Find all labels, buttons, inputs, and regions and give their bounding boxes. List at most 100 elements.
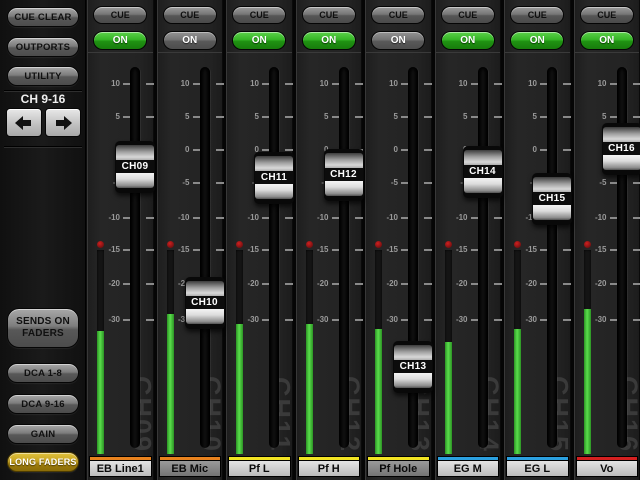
channel-name[interactable]: EB Line1 — [89, 460, 152, 477]
scale-label: 5 — [513, 112, 537, 122]
channel-name-section[interactable]: Vo — [576, 456, 639, 477]
channel-strip: CUE ON 10 5 0 -5 -10 -15 -20 -30 CH15 CH… — [504, 0, 571, 480]
channel-name-section[interactable]: EB Line1 — [89, 456, 152, 477]
channel-name-section[interactable]: EG M — [437, 456, 500, 477]
channel-name[interactable]: Vo — [576, 460, 639, 477]
channel-name[interactable]: Pf Hole — [367, 460, 430, 477]
fader-cap[interactable]: CH13 — [393, 341, 433, 393]
fader-track[interactable] — [339, 67, 349, 448]
level-meter — [306, 241, 313, 454]
dca-9-16-button[interactable]: DCA 9-16 — [7, 394, 79, 414]
cue-button[interactable]: CUE — [441, 6, 495, 24]
peak-led-icon — [514, 241, 521, 248]
fader-cap[interactable]: CH15 — [532, 173, 572, 225]
fader-cap[interactable]: CH09 — [115, 141, 155, 193]
fader-cap[interactable]: CH14 — [463, 146, 503, 198]
fader-cap-bottom — [533, 205, 571, 220]
meter-body — [584, 250, 591, 454]
bank-prev-button[interactable] — [6, 108, 42, 137]
channel-name-section[interactable]: Pf H — [298, 456, 361, 477]
fader-track[interactable] — [269, 67, 279, 448]
cue-button[interactable]: CUE — [510, 6, 564, 24]
scale-label: 0 — [513, 145, 537, 155]
peak-led-icon — [445, 241, 452, 248]
utility-button[interactable]: UTILITY — [7, 66, 79, 86]
tick-mark — [633, 249, 640, 251]
scale-row: 10 — [158, 79, 223, 89]
channel-name[interactable]: Pf H — [298, 460, 361, 477]
cue-button[interactable]: CUE — [93, 6, 147, 24]
level-meter — [584, 241, 591, 454]
fader-cap-bottom — [325, 181, 363, 196]
cue-button[interactable]: CUE — [302, 6, 356, 24]
on-button[interactable]: ON — [302, 31, 356, 50]
on-button[interactable]: ON — [371, 31, 425, 50]
cue-button[interactable]: CUE — [580, 6, 634, 24]
fader-track[interactable] — [200, 67, 210, 448]
fader-cap-top — [186, 281, 224, 296]
fader-cap[interactable]: CH11 — [254, 152, 294, 204]
fader-track[interactable] — [478, 67, 488, 448]
channel-name-section[interactable]: EG L — [506, 456, 569, 477]
sidebar: CUE CLEAR OUTPORTS UTILITY CH 9-16 SENDS… — [0, 0, 86, 480]
cue-button[interactable]: CUE — [232, 6, 286, 24]
tick-mark — [285, 249, 293, 251]
channel-name[interactable]: EG L — [506, 460, 569, 477]
on-button[interactable]: ON — [163, 31, 217, 50]
scale-row: 5 — [366, 112, 431, 122]
channel-name[interactable]: Pf L — [228, 460, 291, 477]
sends-on-faders-button[interactable]: SENDS ON FADERS — [7, 308, 79, 348]
cue-clear-button[interactable]: CUE CLEAR — [7, 7, 79, 27]
gain-button[interactable]: GAIN — [7, 424, 79, 444]
fader-cap-label: CH16 — [603, 142, 640, 155]
scale-label: 5 — [583, 112, 607, 122]
channel-strip: CUE ON 10 5 0 -5 -10 -15 -20 -30 CH16 CH… — [574, 0, 640, 480]
tick-mark — [146, 116, 154, 118]
channel-name-section[interactable]: Pf L — [228, 456, 291, 477]
bank-next-button[interactable] — [45, 108, 81, 137]
on-button[interactable]: ON — [510, 31, 564, 50]
long-faders-button[interactable]: LONG FADERS — [7, 452, 79, 472]
peak-led-icon — [375, 241, 382, 248]
scale-label: 10 — [374, 79, 398, 89]
dca-1-8-button[interactable]: DCA 1-8 — [7, 363, 79, 383]
on-button[interactable]: ON — [232, 31, 286, 50]
tick-mark — [563, 149, 571, 151]
scale-label: -10 — [444, 213, 468, 223]
cue-button[interactable]: CUE — [163, 6, 217, 24]
strip-header: CUE ON — [227, 0, 292, 53]
scale-row: 10 — [366, 79, 431, 89]
fader-cap[interactable]: CH12 — [324, 149, 364, 201]
tick-mark — [424, 116, 432, 118]
on-button[interactable]: ON — [441, 31, 495, 50]
tick-mark — [285, 319, 293, 321]
outports-button[interactable]: OUTPORTS — [7, 37, 79, 57]
fader-track[interactable] — [130, 67, 140, 448]
scale-row: 5 — [227, 112, 292, 122]
cue-button[interactable]: CUE — [371, 6, 425, 24]
scale-row: -5 — [575, 178, 640, 188]
tick-mark — [216, 149, 224, 151]
tick-mark — [563, 283, 571, 285]
channel-name[interactable]: EG M — [437, 460, 500, 477]
level-meter — [445, 241, 452, 454]
tick-mark — [494, 116, 502, 118]
scale-row: -5 — [366, 178, 431, 188]
fader-cap-label: CH09 — [116, 160, 154, 173]
channel-name-section[interactable]: EB Mic — [159, 456, 222, 477]
fader-cap[interactable]: CH10 — [185, 277, 225, 329]
on-button[interactable]: ON — [580, 31, 634, 50]
fader-track[interactable] — [547, 67, 557, 448]
on-button[interactable]: ON — [93, 31, 147, 50]
scale-row: -10 — [158, 213, 223, 223]
tick-mark — [424, 283, 432, 285]
channel-name[interactable]: EB Mic — [159, 460, 222, 477]
tick-mark — [355, 249, 363, 251]
channel-name-section[interactable]: Pf Hole — [367, 456, 430, 477]
strip-header: CUE ON — [297, 0, 362, 53]
fader-area: 10 5 0 -5 -10 -15 -20 -30 CH09 CH09 — [88, 55, 153, 455]
tick-mark — [146, 249, 154, 251]
peak-led-icon — [167, 241, 174, 248]
tick-mark — [355, 116, 363, 118]
fader-cap[interactable]: CH16 — [602, 123, 640, 175]
